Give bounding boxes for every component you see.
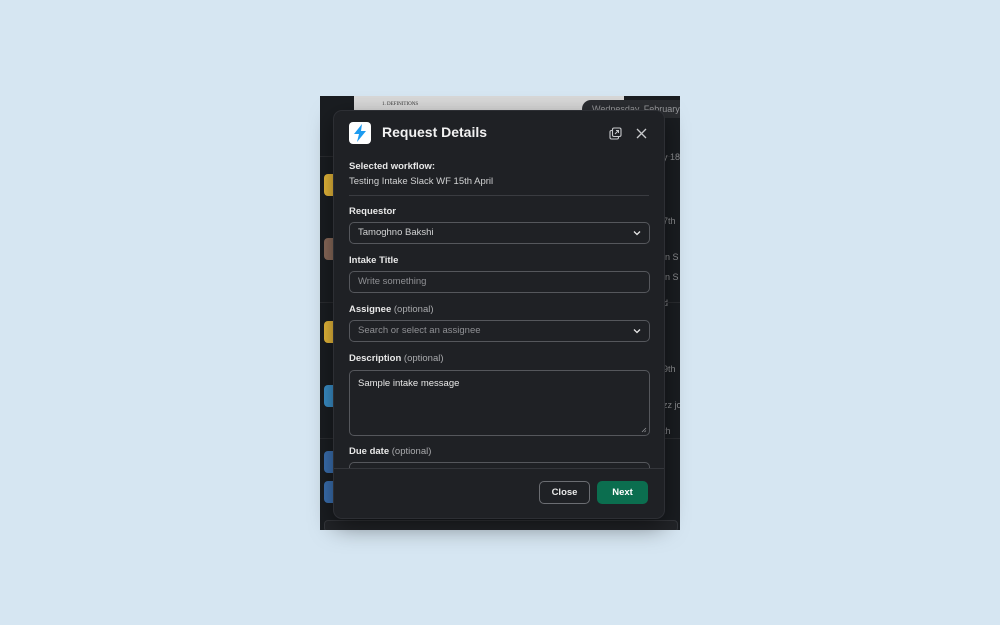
modal-title: Request Details xyxy=(382,124,488,140)
requestor-select[interactable]: Tamoghno Bakshi xyxy=(349,222,650,244)
document-heading: 1. DEFINITIONS xyxy=(382,102,419,107)
description-label: Description (optional) xyxy=(349,353,444,364)
bg-text-3: in S xyxy=(663,252,679,262)
bg-text-2: 7th xyxy=(663,216,676,226)
message-composer[interactable] xyxy=(324,520,678,530)
assignee-optional: (optional) xyxy=(393,304,434,315)
modal-header: Request Details xyxy=(334,111,664,155)
lightning-logo-icon xyxy=(349,122,371,144)
request-details-modal: Request Details Selected workflow: Testi… xyxy=(334,111,664,518)
description-optional: (optional) xyxy=(403,353,444,364)
bg-text-8: th xyxy=(663,426,671,436)
bg-text-4: in S xyxy=(663,272,679,282)
assignee-label: Assignee (optional) xyxy=(349,304,434,315)
bg-text-6: 9th xyxy=(663,364,676,374)
bg-text-1: y 18 xyxy=(663,152,680,162)
modal-body[interactable]: Selected workflow: Testing Intake Slack … xyxy=(334,155,664,468)
selected-workflow-value: Testing Intake Slack WF 15th April xyxy=(349,176,494,187)
chevron-down-icon xyxy=(633,231,641,236)
intake-title-placeholder: Write something xyxy=(358,276,427,287)
popout-icon[interactable] xyxy=(607,125,623,141)
assignee-select[interactable]: Search or select an assignee xyxy=(349,320,650,342)
next-button[interactable]: Next xyxy=(597,481,648,504)
assignee-label-text: Assignee xyxy=(349,304,392,315)
resize-handle-icon[interactable] xyxy=(641,427,647,433)
description-value: Sample intake message xyxy=(358,378,460,389)
due-date-optional: (optional) xyxy=(391,446,432,457)
section-divider xyxy=(349,195,649,196)
requestor-value: Tamoghno Bakshi xyxy=(358,227,434,238)
description-textarea[interactable]: Sample intake message xyxy=(349,370,650,436)
intake-title-input[interactable]: Write something xyxy=(349,271,650,293)
assignee-placeholder: Search or select an assignee xyxy=(358,325,481,336)
footer-divider xyxy=(334,468,664,469)
selected-workflow-label: Selected workflow: xyxy=(349,161,436,172)
close-icon[interactable] xyxy=(633,125,649,141)
requestor-label: Requestor xyxy=(349,206,396,217)
due-date-label-text: Due date xyxy=(349,446,390,457)
chevron-down-icon xyxy=(633,329,641,334)
intake-title-label: Intake Title xyxy=(349,255,399,266)
description-label-text: Description xyxy=(349,353,402,364)
bg-text-7: zz jo xyxy=(663,400,680,410)
close-button[interactable]: Close xyxy=(539,481,590,504)
due-date-label: Due date (optional) xyxy=(349,446,431,457)
